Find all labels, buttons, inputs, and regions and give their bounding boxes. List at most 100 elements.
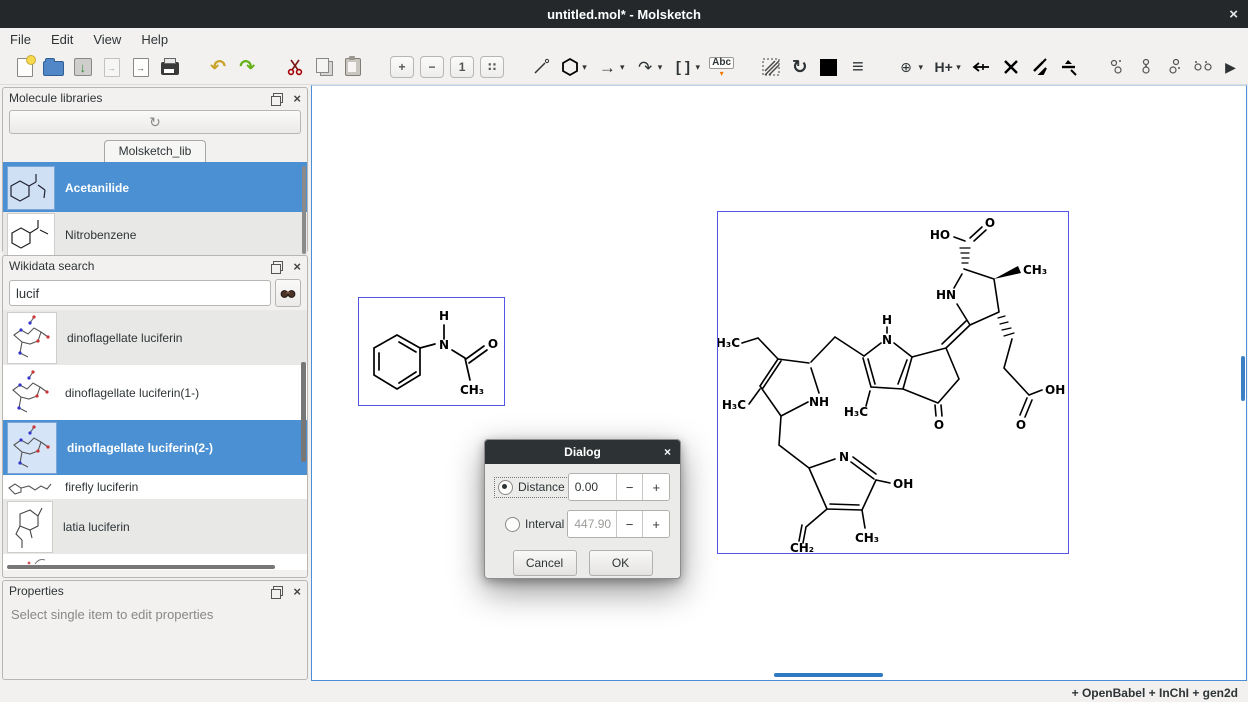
wikidata-horizontal-scrollbar[interactable] <box>7 565 275 569</box>
zoom-in-button[interactable]: + <box>390 54 414 80</box>
library-item-nitrobenzene[interactable]: Nitrobenzene <box>3 212 307 257</box>
redo-button[interactable]: ↷ <box>236 54 259 80</box>
distance-increment-button[interactable]: + <box>642 474 669 500</box>
zoom-out-button[interactable]: − <box>420 54 444 80</box>
interval-radio[interactable] <box>505 517 520 532</box>
export-button[interactable]: → <box>129 54 152 80</box>
hatch-tool[interactable] <box>759 54 782 80</box>
wikidata-result-list: dinoflagellate luciferin dinoflagellate … <box>3 310 307 570</box>
delete-tool[interactable] <box>999 54 1022 80</box>
wikidata-item[interactable]: latia luciferin <box>3 499 307 554</box>
float-panel-icon[interactable] <box>273 586 283 596</box>
canvas-vertical-scrollbar[interactable] <box>1241 356 1245 401</box>
distance-value[interactable]: 0.00 <box>569 474 616 500</box>
cancel-button[interactable]: Cancel <box>513 550 577 576</box>
menu-help[interactable]: Help <box>131 30 178 49</box>
print-button[interactable] <box>158 54 181 80</box>
wikidata-item-selected[interactable]: dinoflagellate luciferin(2-) <box>3 420 307 475</box>
rotate-tool[interactable]: ↻ <box>788 54 811 80</box>
interval-radio-group[interactable]: Interval <box>502 515 567 534</box>
ring-tool[interactable] <box>558 54 581 80</box>
wikidata-vertical-scrollbar[interactable] <box>301 362 306 462</box>
distance-radio[interactable] <box>498 480 513 495</box>
close-panel-icon[interactable]: × <box>293 259 301 274</box>
import-button[interactable]: → <box>100 54 123 80</box>
curved-arrow-dropdown[interactable]: ▾ <box>658 62 669 73</box>
reaction-arrow-icon: → <box>599 59 616 76</box>
menu-file[interactable]: File <box>0 30 41 49</box>
close-panel-icon[interactable]: × <box>293 584 301 599</box>
distance-decrement-button[interactable]: − <box>616 474 643 500</box>
radical-tool-2[interactable] <box>1193 54 1216 80</box>
tab-molsketch-lib[interactable]: Molsketch_lib <box>104 140 207 162</box>
curved-arrow-tool[interactable]: ↷ <box>634 54 657 80</box>
bracket-icon: [ ] <box>676 59 690 76</box>
wikidata-item[interactable]: firefly luciferin <box>3 475 307 499</box>
paste-button[interactable] <box>342 54 365 80</box>
new-document-button[interactable] <box>13 54 36 80</box>
interval-decrement-button[interactable]: − <box>616 511 643 537</box>
cut-icon <box>286 58 304 76</box>
wikidata-item[interactable]: dinoflagellate luciferin(1-) <box>3 365 307 420</box>
line-width-button[interactable]: ≡ <box>846 54 869 80</box>
menu-edit[interactable]: Edit <box>41 30 83 49</box>
zoom-fit-button[interactable]: ∷ <box>480 54 504 80</box>
ok-button[interactable]: OK <box>589 550 653 576</box>
charge-dropdown[interactable]: ▾ <box>919 62 930 73</box>
interval-value[interactable]: 447.90 <box>568 511 615 537</box>
close-panel-icon[interactable]: × <box>293 91 301 106</box>
hydrogen-tool[interactable]: H+ <box>932 54 955 80</box>
wikidata-item[interactable]: dinoflagellate luciferin <box>3 310 307 365</box>
save-button[interactable]: ↓ <box>71 54 94 80</box>
zoom-original-button[interactable]: 1 <box>450 54 474 80</box>
dialog-titlebar[interactable]: Dialog × <box>485 440 680 464</box>
distance-radio-group[interactable]: Distance <box>495 478 568 497</box>
bracket-dropdown[interactable]: ▾ <box>695 62 706 73</box>
charge-tool[interactable]: ⊕ <box>894 54 917 80</box>
nitrobenzene-thumbnail <box>7 213 55 257</box>
dialog-close-button[interactable]: × <box>664 445 671 459</box>
copy-button[interactable] <box>313 54 336 80</box>
color-swatch-button[interactable] <box>817 54 840 80</box>
undo-button[interactable]: ↶ <box>207 54 230 80</box>
library-item-acetanilide[interactable]: Acetanilide <box>3 164 307 212</box>
menu-view[interactable]: View <box>83 30 131 49</box>
save-icon: ↓ <box>74 58 92 76</box>
lone-pair-tool-2[interactable] <box>1134 54 1157 80</box>
wikidata-search-button[interactable] <box>275 279 301 307</box>
open-file-icon <box>43 61 64 76</box>
flip-vertical-tool[interactable] <box>1057 54 1080 80</box>
reaction-arrow-tool[interactable]: → <box>596 54 619 80</box>
wikidata-search-input[interactable]: lucif <box>9 280 271 306</box>
interval-increment-button[interactable]: + <box>642 511 669 537</box>
hydrogen-dropdown[interactable]: ▾ <box>956 62 967 73</box>
refresh-libraries-button[interactable]: ↻ <box>9 110 301 134</box>
toolbar-expand-button[interactable]: ▶ <box>1219 54 1242 80</box>
zoom-in-icon: + <box>390 56 414 78</box>
acetanilide-molecule[interactable]: H N O CH₃ <box>359 298 504 405</box>
acetanilide-thumbnail <box>7 166 55 210</box>
flip-horizontal-tool[interactable] <box>1028 54 1051 80</box>
luciferin-molecule[interactable]: HO O CH₃ HN H N H₃C H₃C NH H₃C O OH O N … <box>718 212 1068 553</box>
paste-icon <box>345 58 361 76</box>
luciferin-selection-box[interactable]: HO O CH₃ HN H N H₃C H₃C NH H₃C O OH O N … <box>717 211 1069 554</box>
canvas-horizontal-scrollbar[interactable] <box>774 673 883 677</box>
charge-decrease-tool[interactable] <box>970 54 993 80</box>
library-list-scrollbar[interactable] <box>302 166 306 254</box>
interval-spinbox[interactable]: 447.90 − + <box>567 510 670 538</box>
reaction-arrow-dropdown[interactable]: ▾ <box>620 62 631 73</box>
open-file-button[interactable] <box>42 54 65 80</box>
drawing-canvas[interactable]: H N O CH₃ <box>311 85 1247 681</box>
text-tool[interactable]: Abc ▾ <box>709 54 734 80</box>
lone-pair-tool-1[interactable] <box>1105 54 1128 80</box>
acetanilide-selection-box[interactable]: H N O CH₃ <box>358 297 505 406</box>
float-panel-icon[interactable] <box>273 93 283 103</box>
ring-dropdown[interactable]: ▾ <box>582 62 593 73</box>
distance-spinbox[interactable]: 0.00 − + <box>568 473 670 501</box>
cut-button[interactable] <box>284 54 307 80</box>
float-panel-icon[interactable] <box>273 261 283 271</box>
radical-tool-1[interactable] <box>1163 54 1186 80</box>
bracket-tool[interactable]: [ ] <box>671 54 694 80</box>
window-close-button[interactable]: × <box>1229 0 1238 28</box>
draw-bond-tool[interactable] <box>529 54 552 80</box>
